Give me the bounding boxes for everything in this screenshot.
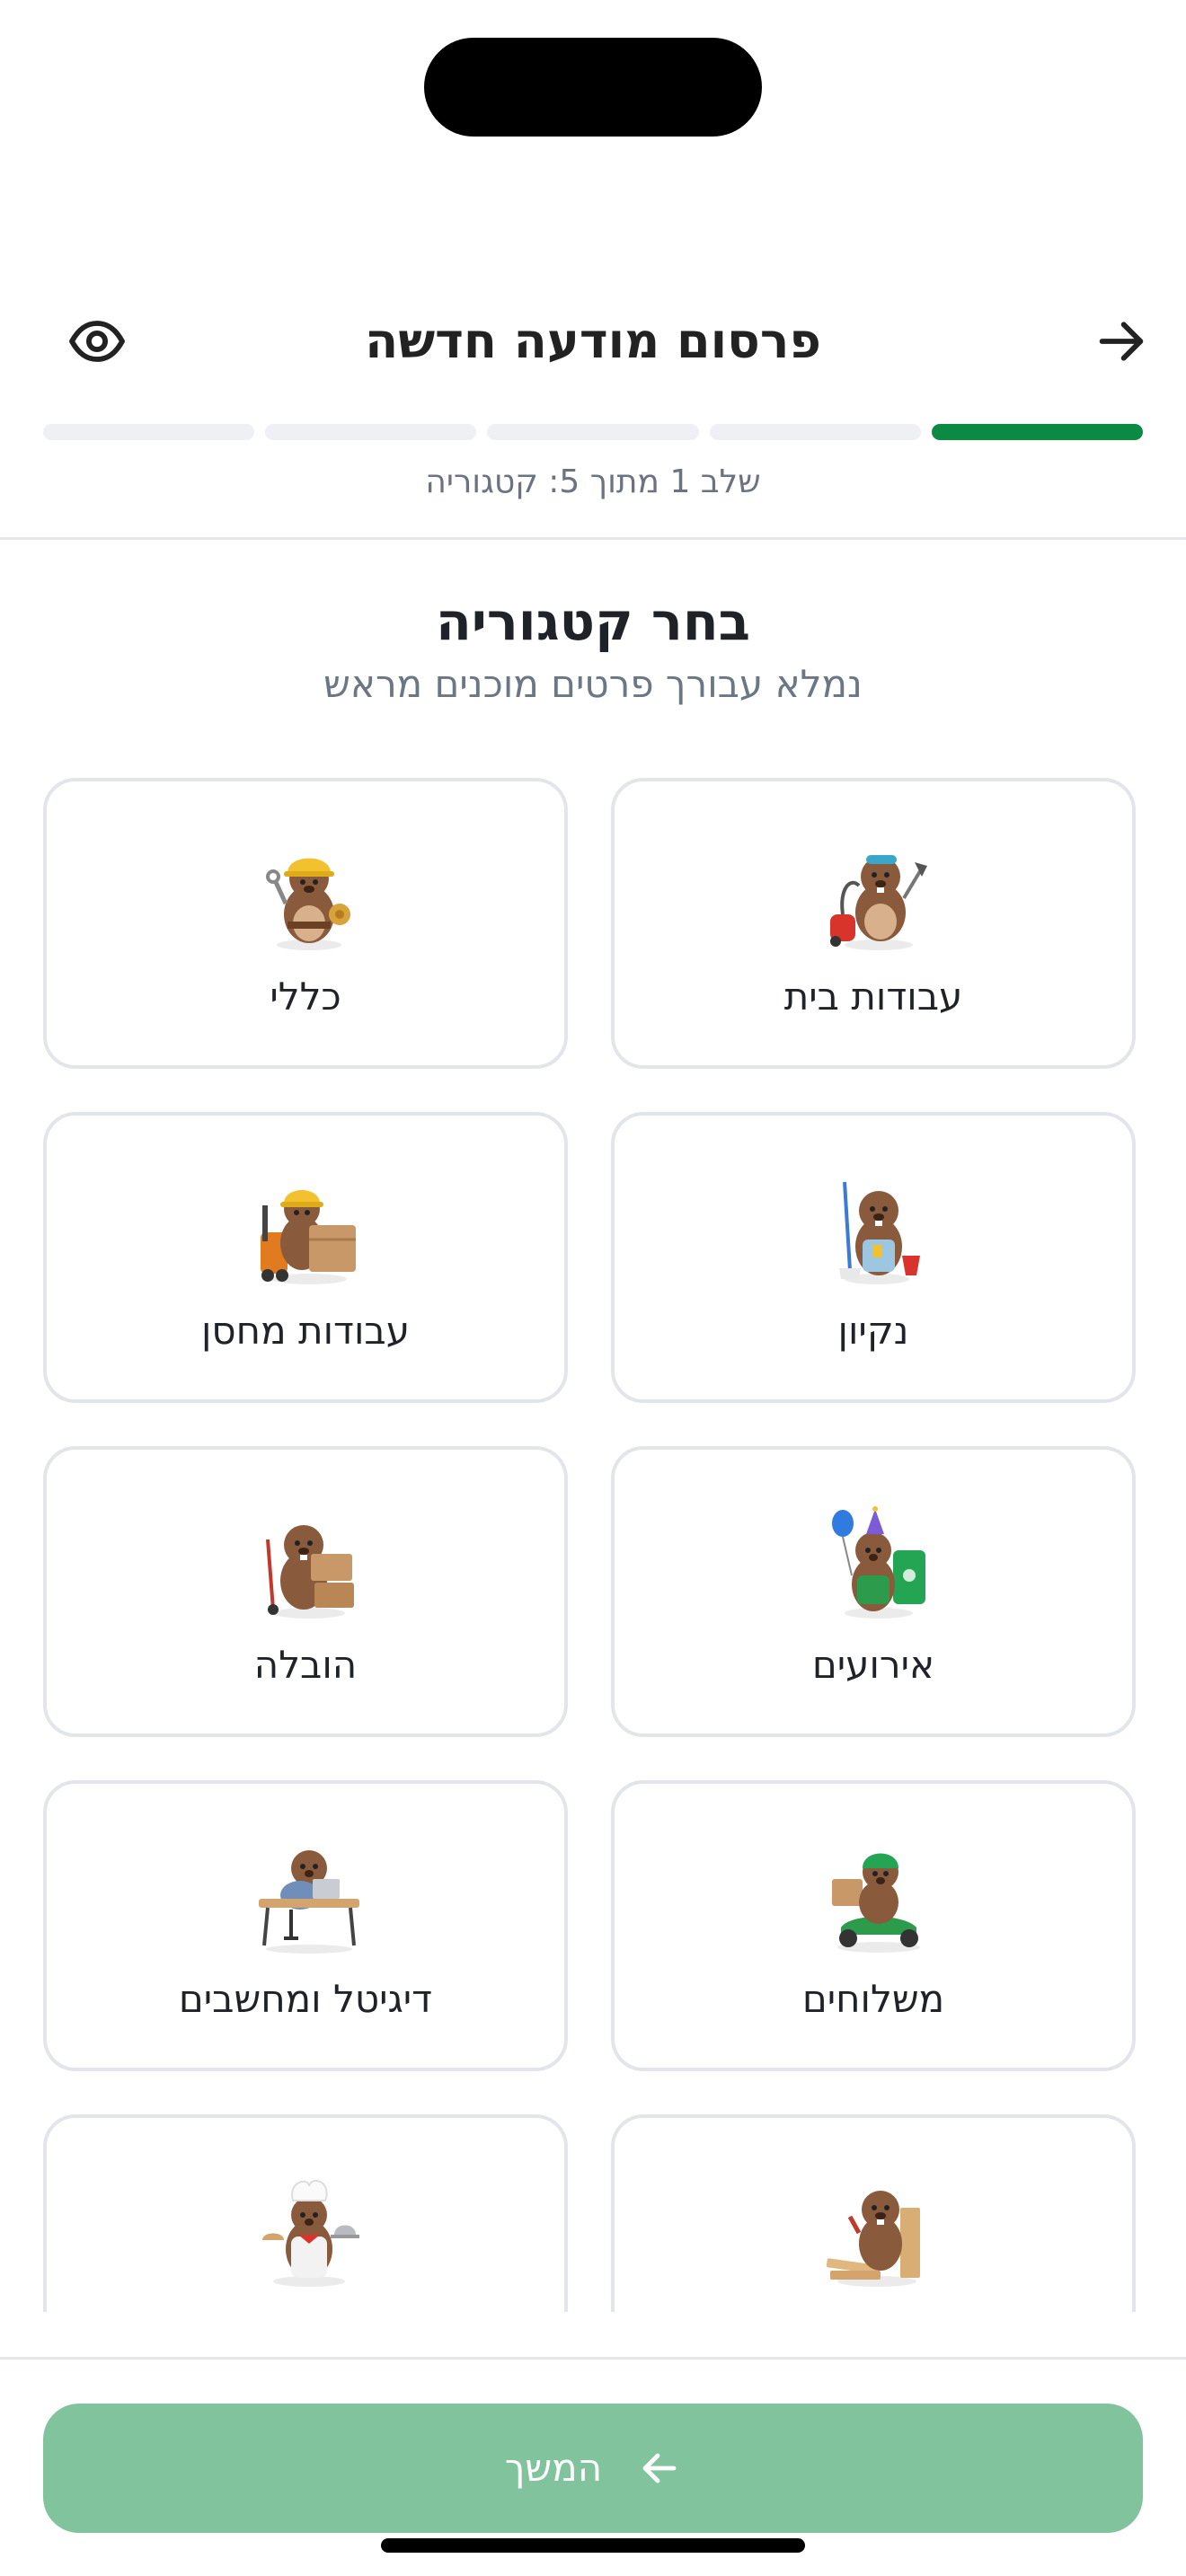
category-card-deliveries[interactable]: משלוחים xyxy=(611,1780,1136,2071)
category-label: נקיון xyxy=(837,1309,909,1353)
step-indicator: שלב 1 מתוך 5: קטגוריה xyxy=(425,463,761,500)
beaver-scooter-icon xyxy=(832,1853,920,1953)
beaver-forklift-icon xyxy=(261,1190,356,1284)
category-label: משלוחים xyxy=(801,1977,945,2021)
progress-segment-4 xyxy=(265,424,477,440)
beaver-boxes-icon xyxy=(266,1525,354,1619)
category-label: עבודות מחסן xyxy=(200,1309,410,1353)
progress-segment-5 xyxy=(42,424,255,440)
category-card-home-jobs[interactable]: עבודות בית xyxy=(611,778,1136,1069)
category-card-carpentry[interactable] xyxy=(611,2114,1136,2312)
progress-segment-1 xyxy=(931,424,1143,440)
page-title: פרסום מודעה חדשה xyxy=(365,313,821,369)
category-card-general[interactable]: כללי xyxy=(43,778,568,1069)
category-card-events[interactable]: אירועים xyxy=(611,1446,1136,1737)
beaver-vacuum-icon xyxy=(830,855,927,950)
category-card-cleaning[interactable]: נקיון xyxy=(611,1112,1136,1403)
step-progress-bar xyxy=(42,424,1143,442)
category-label: עבודות בית xyxy=(783,975,963,1019)
category-card-warehouse[interactable]: עבודות מחסן xyxy=(43,1112,568,1403)
header-divider xyxy=(0,537,1186,540)
category-card-moving[interactable]: הובלה xyxy=(43,1446,568,1737)
progress-segment-3 xyxy=(487,424,699,440)
top-bar: פרסום מודעה חדשה xyxy=(0,296,1186,386)
beaver-party-icon xyxy=(832,1506,925,1619)
dynamic-island xyxy=(424,38,762,137)
continue-label: המשך xyxy=(504,2446,603,2490)
category-card-chef[interactable] xyxy=(43,2114,568,2312)
beaver-mop-icon xyxy=(839,1181,920,1284)
progress-segment-2 xyxy=(709,424,921,440)
beaver-helmet-wrench-icon xyxy=(266,858,350,950)
category-card-digital[interactable]: דיגיטל ומחשבים xyxy=(43,1780,568,2071)
arrow-left-icon xyxy=(642,2453,677,2483)
footer-divider xyxy=(0,2357,1186,2360)
home-indicator xyxy=(381,2538,805,2553)
category-label: אירועים xyxy=(811,1643,935,1687)
section-subtitle: נמלא עבורך פרטים מוכנים מראש xyxy=(323,662,863,706)
category-label: דיגיטל ומחשבים xyxy=(178,1977,433,2021)
category-grid: עבודות בית כללי נקיון עבודות מחסן אירועי… xyxy=(0,772,1186,2312)
category-label: כללי xyxy=(270,975,341,1019)
beaver-laptop-icon xyxy=(259,1850,359,1954)
beaver-chef-icon xyxy=(262,2179,359,2287)
continue-button[interactable]: המשך xyxy=(43,2404,1143,2533)
category-label: הובלה xyxy=(253,1643,358,1687)
section-title: בחר קטגוריה xyxy=(435,591,751,652)
beaver-carpentry-icon xyxy=(826,2191,920,2287)
back-arrow-icon[interactable] xyxy=(1093,313,1150,370)
